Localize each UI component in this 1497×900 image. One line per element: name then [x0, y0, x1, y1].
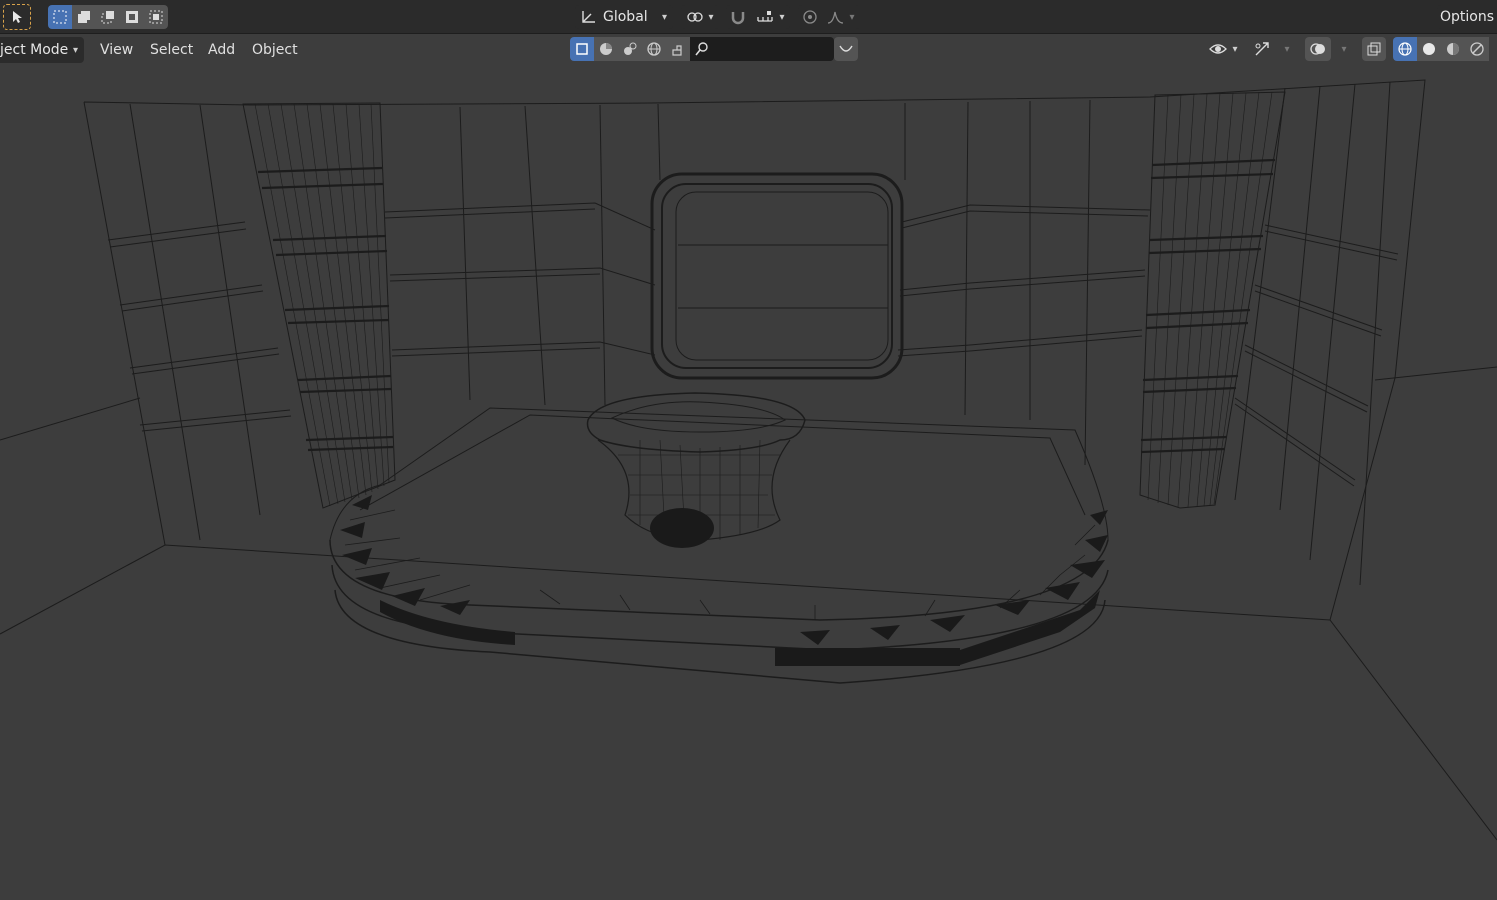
shading-wireframe-button[interactable]: [1393, 37, 1417, 61]
cursor-arrow-icon: [10, 10, 24, 24]
tool-settings-bar: Global ▾ ▾ ▾ ▾ Options: [0, 0, 1497, 34]
orientation-axes-icon: [579, 9, 597, 25]
pedestal-inner: [610, 401, 786, 433]
material-preview-icon: [1445, 41, 1461, 57]
new-selection-icon: [52, 9, 68, 25]
pivot-link-icon: [686, 10, 704, 24]
gizmo-dropdown[interactable]: ▾: [1275, 37, 1295, 61]
chevron-down-icon: ▾: [1341, 43, 1347, 55]
back-wall-panels: [129, 81, 1391, 586]
dome-object: [650, 508, 714, 548]
xray-toggle[interactable]: [1362, 37, 1386, 61]
search-filter-button[interactable]: [834, 37, 858, 61]
screen-frame-inner: [661, 183, 893, 369]
visibility-dropdown[interactable]: ▾: [1204, 37, 1242, 61]
3d-viewport[interactable]: [0, 66, 1497, 900]
filter-scene-button[interactable]: [666, 37, 690, 61]
shading-solid-button[interactable]: [1417, 37, 1441, 61]
extend-selection-icon: [76, 9, 92, 25]
menu-view[interactable]: View: [93, 37, 140, 63]
options-dropdown[interactable]: Options: [1437, 5, 1497, 29]
solid-sphere-icon: [1421, 41, 1437, 57]
intersect-selection-icon: [148, 9, 164, 25]
chevron-down-icon: ▾: [849, 11, 855, 23]
right-column-rings: [1140, 158, 1276, 454]
mesh-cube-icon: [574, 41, 590, 57]
pivot-point-dropdown[interactable]: ▾: [681, 5, 719, 29]
chevron-down-icon: ▾: [72, 44, 78, 56]
menu-object[interactable]: Object: [245, 37, 305, 63]
wireframe-scene: [0, 79, 1497, 841]
transform-orientation-label: Global: [603, 9, 648, 25]
chevron-down-icon: ▾: [708, 11, 714, 23]
snap-increment-icon: [755, 9, 775, 25]
mode-invert-selection-button[interactable]: [120, 5, 144, 29]
snap-target-dropdown[interactable]: ▾: [750, 5, 790, 29]
mode-subtract-selection-button[interactable]: [96, 5, 120, 29]
proportional-editing-group: ▾: [798, 5, 860, 29]
filter-texture-button[interactable]: [618, 37, 642, 61]
xray-icon: [1366, 41, 1382, 57]
search-icon: [694, 41, 710, 57]
asset-search-input[interactable]: [714, 37, 834, 61]
select-tool-button[interactable]: [3, 4, 31, 30]
filter-curve-icon: [838, 43, 854, 55]
wireframe-sphere-icon: [1397, 41, 1413, 57]
invert-selection-icon: [124, 9, 140, 25]
shading-material-button[interactable]: [1441, 37, 1465, 61]
right-center-wall-bands: [897, 204, 1151, 357]
object-type-filter-group: [570, 37, 714, 61]
overlays-icon: [1309, 40, 1327, 58]
chevron-down-icon: ▾: [661, 11, 667, 23]
viewport-header: ject Mode ▾ View Select Add Object ▾ ▾ ▾: [0, 34, 1497, 66]
search-field-icon-cell: [690, 37, 714, 61]
interaction-mode-dropdown[interactable]: ject Mode ▾: [0, 37, 84, 63]
menu-add[interactable]: Add: [201, 37, 242, 63]
screen-frame-mid: [675, 191, 889, 361]
overlays-dropdown[interactable]: ▾: [1332, 37, 1352, 61]
menu-select[interactable]: Select: [143, 37, 200, 63]
magnet-icon: [730, 9, 746, 25]
proportional-editing-icon: [802, 9, 818, 25]
filter-material-button[interactable]: [594, 37, 618, 61]
options-label: Options: [1439, 9, 1495, 25]
filter-mesh-button[interactable]: [570, 37, 594, 61]
chevron-down-icon: ▾: [1284, 43, 1290, 55]
selection-mode-group: [48, 5, 168, 29]
stage-top-edge: [329, 407, 1109, 541]
chevron-down-icon: ▾: [779, 11, 785, 23]
screen-grid: [678, 244, 888, 309]
world-globe-icon: [646, 41, 662, 57]
stage-inner-edge: [359, 414, 1086, 516]
mode-new-selection-button[interactable]: [48, 5, 72, 29]
mode-intersect-selection-button[interactable]: [144, 5, 168, 29]
subtract-selection-icon: [100, 9, 116, 25]
texture-icon: [622, 41, 638, 57]
room-floor-edges: [0, 366, 1497, 841]
gizmo-toggle[interactable]: [1250, 37, 1274, 61]
snapping-group: ▾: [726, 5, 790, 29]
filter-world-button[interactable]: [642, 37, 666, 61]
right-column-verticals: [1147, 91, 1273, 508]
proportional-editing-toggle[interactable]: [798, 5, 822, 29]
shading-rendered-button[interactable]: [1465, 37, 1489, 61]
material-sphere-icon: [598, 41, 614, 57]
left-column-rings: [257, 166, 394, 452]
snap-toggle-button[interactable]: [726, 5, 750, 29]
mode-extend-selection-button[interactable]: [72, 5, 96, 29]
chevron-down-icon: ▾: [1232, 43, 1238, 55]
scene-objects-icon: [670, 41, 686, 57]
overlays-toggle[interactable]: [1305, 37, 1331, 61]
falloff-curve-icon: [827, 9, 845, 25]
falloff-dropdown[interactable]: ▾: [822, 5, 860, 29]
center-wall-bands: [384, 202, 656, 357]
screen-frame-outer: [650, 172, 904, 380]
transform-orientation-dropdown[interactable]: Global ▾: [575, 5, 673, 29]
rendered-sphere-icon: [1469, 41, 1485, 57]
eye-visibility-icon: [1208, 41, 1228, 57]
gizmo-icon: [1253, 40, 1271, 58]
shading-mode-group: [1393, 37, 1489, 61]
mode-label: ject Mode: [0, 42, 69, 58]
left-column-verticals: [254, 103, 390, 507]
